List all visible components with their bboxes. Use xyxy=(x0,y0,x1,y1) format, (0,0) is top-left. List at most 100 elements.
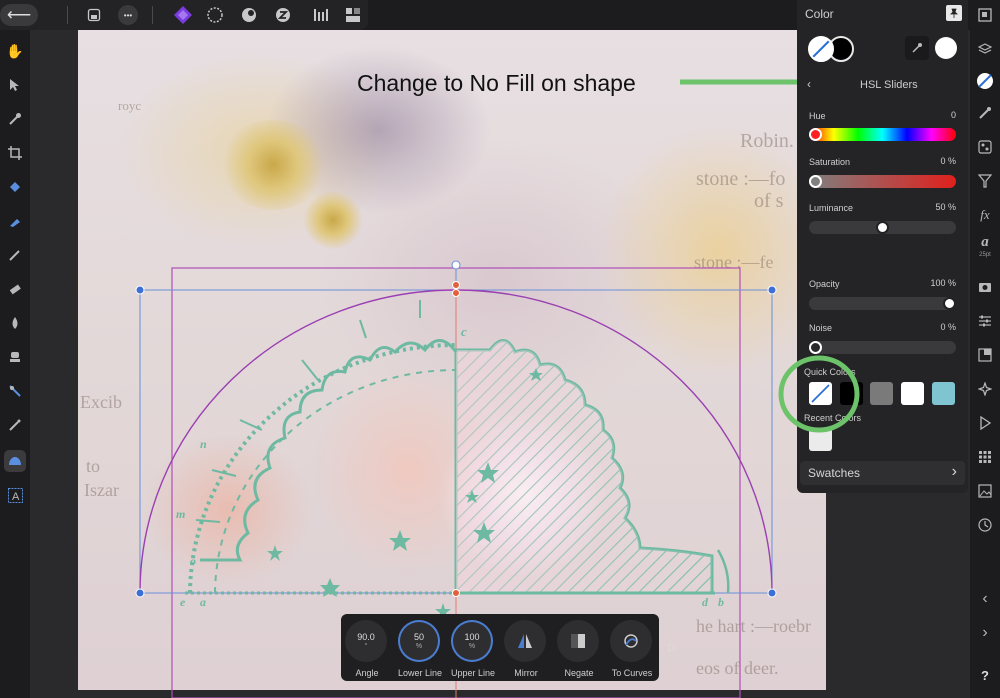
layers-icon[interactable] xyxy=(974,38,996,60)
fill-tool-icon[interactable] xyxy=(4,176,26,198)
collapse-left-icon[interactable]: ‹ xyxy=(974,588,996,610)
dandelion-decoration xyxy=(218,120,328,210)
fx-icon[interactable]: fx xyxy=(974,204,996,226)
arrange-icon[interactable] xyxy=(342,4,364,26)
vector-brush-icon[interactable] xyxy=(4,414,26,436)
lower-line-value: 50 xyxy=(413,632,424,642)
context-more-icon[interactable]: ▷ xyxy=(668,640,677,654)
upper-line-control[interactable]: 100 % Upper Line xyxy=(447,618,499,678)
to-curves-button[interactable] xyxy=(610,620,652,662)
history-play-icon[interactable] xyxy=(974,412,996,434)
clone-tool-icon[interactable] xyxy=(4,346,26,368)
color-panel: Color ‹ HSL Sliders Hue 0 Saturation 0 % xyxy=(797,0,968,493)
document-icon[interactable] xyxy=(83,4,105,26)
negate-icon xyxy=(571,634,585,648)
toolbar-divider xyxy=(67,6,68,24)
saturation-label: Saturation xyxy=(809,157,851,167)
lower-line-control[interactable]: 50 % Lower Line xyxy=(394,618,446,678)
chevron-right-icon: › xyxy=(951,463,957,480)
pen-tool-icon[interactable] xyxy=(4,210,26,232)
luminance-slider[interactable] xyxy=(809,221,956,234)
dandelion-decoration xyxy=(303,190,363,250)
shape-tool-icon[interactable] xyxy=(4,450,26,472)
clock-icon[interactable] xyxy=(974,514,996,536)
expand-right-icon[interactable]: › xyxy=(974,622,996,644)
node-tool-icon[interactable] xyxy=(4,380,26,402)
quick-color-black[interactable] xyxy=(840,382,863,405)
swatches-row[interactable]: Swatches › xyxy=(800,461,965,485)
upper-line-dial[interactable]: 100 % xyxy=(451,620,493,662)
opacity-slider[interactable] xyxy=(809,297,956,310)
back-button[interactable]: ⟵ xyxy=(0,4,38,26)
adjustments-icon[interactable] xyxy=(974,310,996,332)
background-text: royc xyxy=(118,98,142,113)
negate-button[interactable] xyxy=(557,620,599,662)
panel-title: Color xyxy=(805,7,834,21)
smudge-tool-icon[interactable] xyxy=(4,312,26,334)
align-icon[interactable] xyxy=(310,4,332,26)
brush-icon[interactable] xyxy=(974,102,996,124)
assets-icon[interactable] xyxy=(974,136,996,158)
fill-swatch-none[interactable] xyxy=(808,36,834,62)
mirror-button[interactable] xyxy=(504,620,546,662)
saturation-slider-knob[interactable] xyxy=(809,175,822,188)
help-label: ? xyxy=(981,667,989,683)
color-mode-selector[interactable]: ‹ HSL Sliders xyxy=(805,74,961,94)
brush-tool-icon[interactable] xyxy=(4,244,26,266)
pin-icon[interactable] xyxy=(946,5,962,21)
hue-slider-knob[interactable] xyxy=(809,128,822,141)
background-text: stone :—fo xyxy=(696,168,786,190)
swatches-grid-icon[interactable] xyxy=(974,446,996,468)
angle-dial[interactable]: 90.0 ° xyxy=(345,620,387,662)
pixel-persona-icon[interactable] xyxy=(204,4,226,26)
lower-line-unit: % xyxy=(415,643,423,650)
luminance-slider-knob[interactable] xyxy=(876,221,889,234)
upper-line-unit: % xyxy=(468,643,476,650)
export-persona-icon[interactable] xyxy=(238,4,260,26)
current-color-swatch[interactable] xyxy=(935,37,957,59)
symbols-icon[interactable] xyxy=(974,378,996,400)
transparency-icon[interactable] xyxy=(974,170,996,192)
eraser-tool-icon[interactable] xyxy=(4,278,26,300)
background-text: to xyxy=(86,456,101,476)
chevron-left-icon: ‹ xyxy=(807,77,811,91)
move-tool-icon[interactable] xyxy=(4,74,26,96)
fill-stroke-swatches[interactable] xyxy=(808,36,858,62)
background-text: Iszar xyxy=(84,480,119,500)
to-curves-control[interactable]: To Curves xyxy=(606,618,658,678)
opacity-slider-knob[interactable] xyxy=(943,297,956,310)
transform-icon[interactable] xyxy=(974,344,996,366)
text-styles-icon[interactable]: a 25pt xyxy=(974,234,996,258)
saturation-value: 0 % xyxy=(940,156,956,166)
quick-color-gray[interactable] xyxy=(870,382,893,405)
mirror-control[interactable]: Mirror xyxy=(500,618,552,678)
help-icon[interactable]: ? xyxy=(974,664,996,686)
noise-slider[interactable] xyxy=(809,341,956,354)
left-toolbar: ✋ A xyxy=(0,30,30,698)
crop-tool-icon[interactable] xyxy=(4,142,26,164)
quick-color-none[interactable] xyxy=(809,382,832,405)
text-tool-icon[interactable]: A xyxy=(4,484,26,506)
quick-color-white[interactable] xyxy=(901,382,924,405)
background-text: stone :—fe xyxy=(694,252,774,272)
color-icon[interactable] xyxy=(974,70,996,92)
stock-persona-icon[interactable] xyxy=(272,4,294,26)
lower-line-dial[interactable]: 50 % xyxy=(398,620,440,662)
eyedropper-button[interactable] xyxy=(905,36,929,60)
designer-persona-icon[interactable] xyxy=(172,4,194,26)
quick-color-teal[interactable] xyxy=(932,382,955,405)
color-mode-label: HSL Sliders xyxy=(860,79,918,91)
more-button[interactable]: ••• xyxy=(117,4,139,26)
hand-tool-icon[interactable]: ✋ xyxy=(4,40,26,62)
negate-control[interactable]: Negate xyxy=(553,618,605,678)
angle-control[interactable]: 90.0 ° Angle xyxy=(341,618,393,678)
color-picker-tool-icon[interactable] xyxy=(4,108,26,130)
noise-slider-knob[interactable] xyxy=(809,341,822,354)
artwork-image[interactable]: royc Robin. stone :—fo of s stone :—fe E… xyxy=(78,30,826,690)
stock-icon[interactable] xyxy=(974,276,996,298)
saturation-slider[interactable] xyxy=(809,175,956,188)
navigator-icon[interactable] xyxy=(974,4,996,26)
hue-slider[interactable] xyxy=(809,128,956,141)
photo-icon[interactable] xyxy=(974,480,996,502)
recent-color-swatch[interactable] xyxy=(809,428,832,451)
